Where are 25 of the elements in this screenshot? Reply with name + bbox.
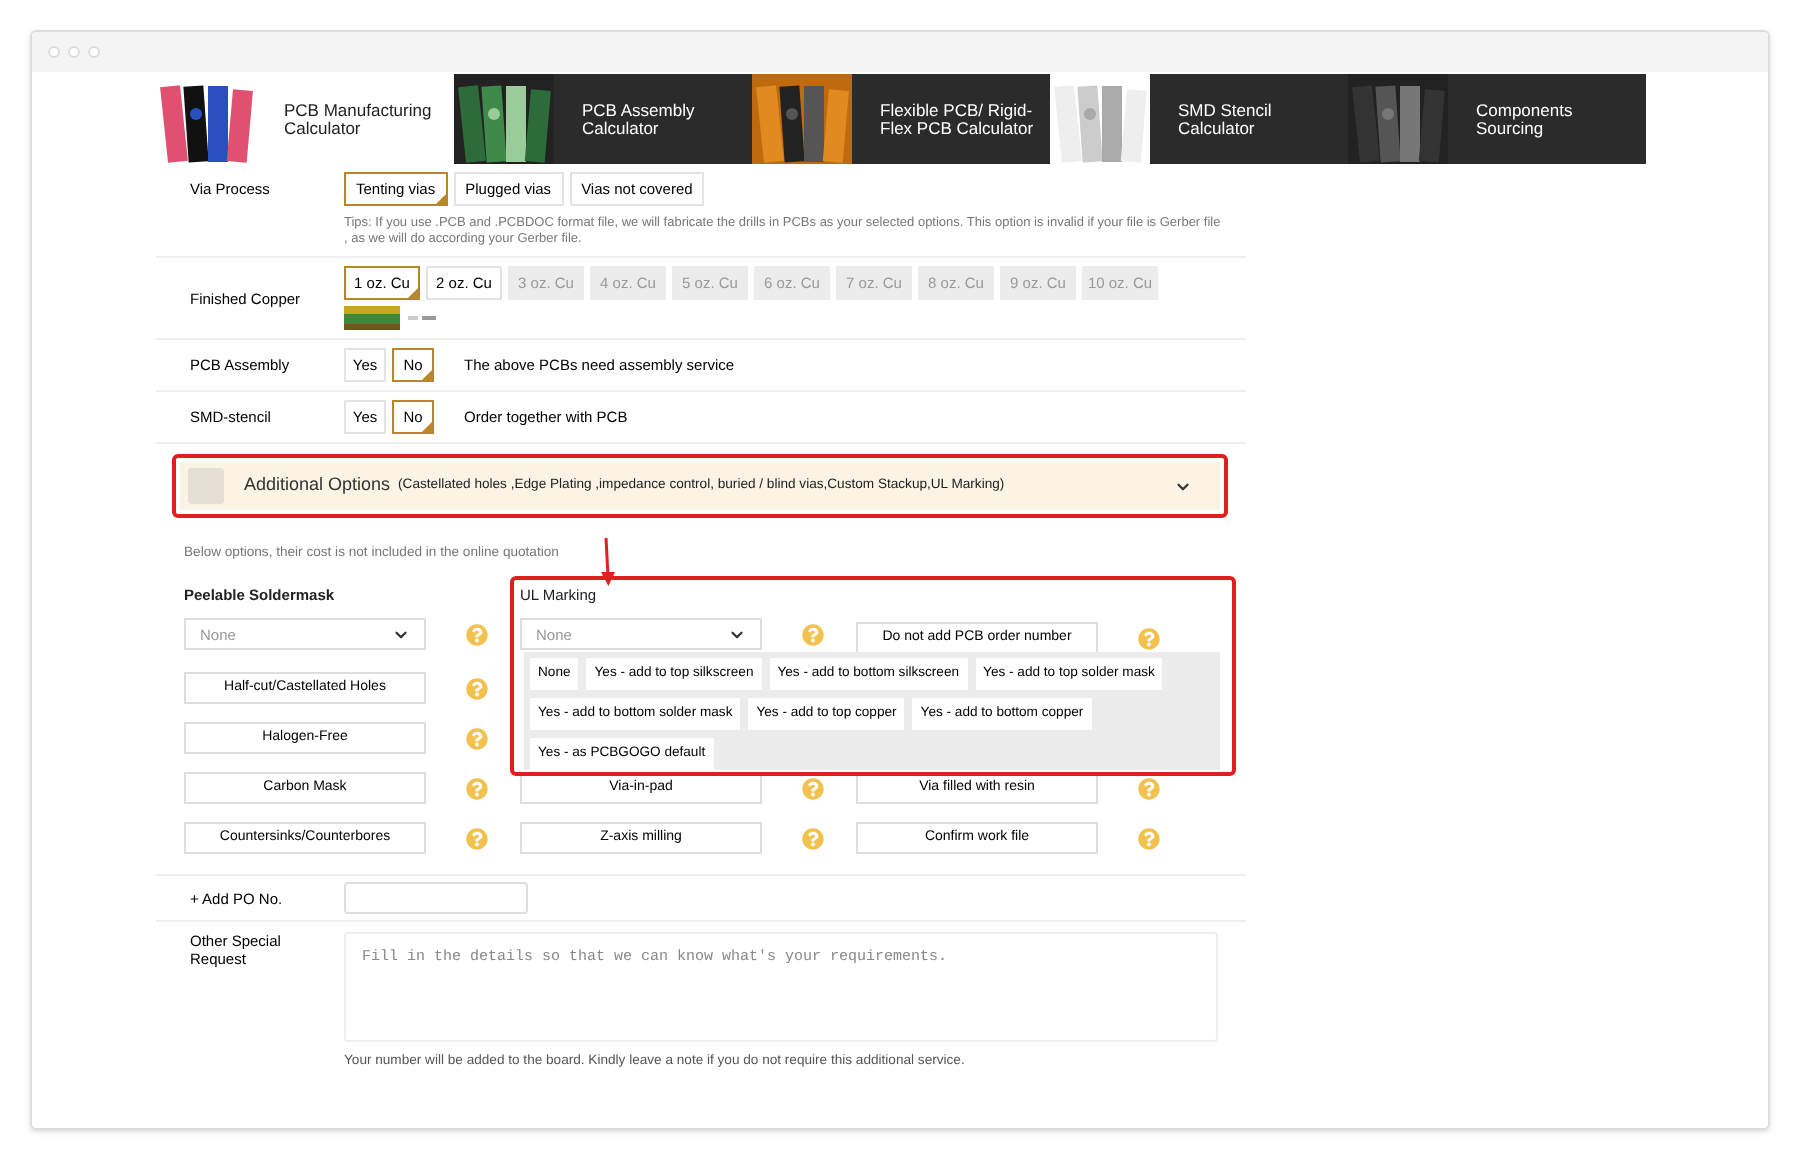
calculator-tab[interactable]: Flexible PCB/ Rigid-Flex PCB Calculator <box>752 74 1050 164</box>
help-icon[interactable] <box>1138 827 1160 850</box>
help-icon[interactable] <box>1138 777 1160 800</box>
help-icon[interactable] <box>802 827 824 850</box>
help-icon[interactable] <box>466 623 488 646</box>
help-icon[interactable] <box>1138 627 1160 650</box>
corner-mark <box>422 370 432 380</box>
corner-mark <box>422 422 432 432</box>
help-icon[interactable] <box>466 777 488 800</box>
tab-label: Flexible PCB/ Rigid-Flex PCB Calculator <box>880 101 1036 137</box>
help-icon[interactable] <box>466 727 488 750</box>
help-icon[interactable] <box>466 827 488 850</box>
tab-label: PCB Manufacturing Calculator <box>284 101 434 137</box>
calculator-tab[interactable]: PCB Assembly Calculator <box>454 74 752 164</box>
tab-label: SMD Stencil Calculator <box>1178 101 1274 137</box>
tab-label: Components Sourcing <box>1476 101 1575 137</box>
help-icon[interactable] <box>802 623 824 646</box>
help-icon[interactable] <box>802 777 824 800</box>
po-input-field[interactable] <box>344 882 528 915</box>
calculator-tab[interactable]: SMD Stencil Calculator <box>1050 74 1348 164</box>
help-icon[interactable] <box>466 677 488 700</box>
annotation-arrow <box>600 538 616 587</box>
calculator-tab[interactable]: Components Sourcing <box>1348 74 1646 164</box>
tab-label: PCB Assembly Calculator <box>582 101 697 137</box>
section-title: Additional Options <box>244 472 391 499</box>
